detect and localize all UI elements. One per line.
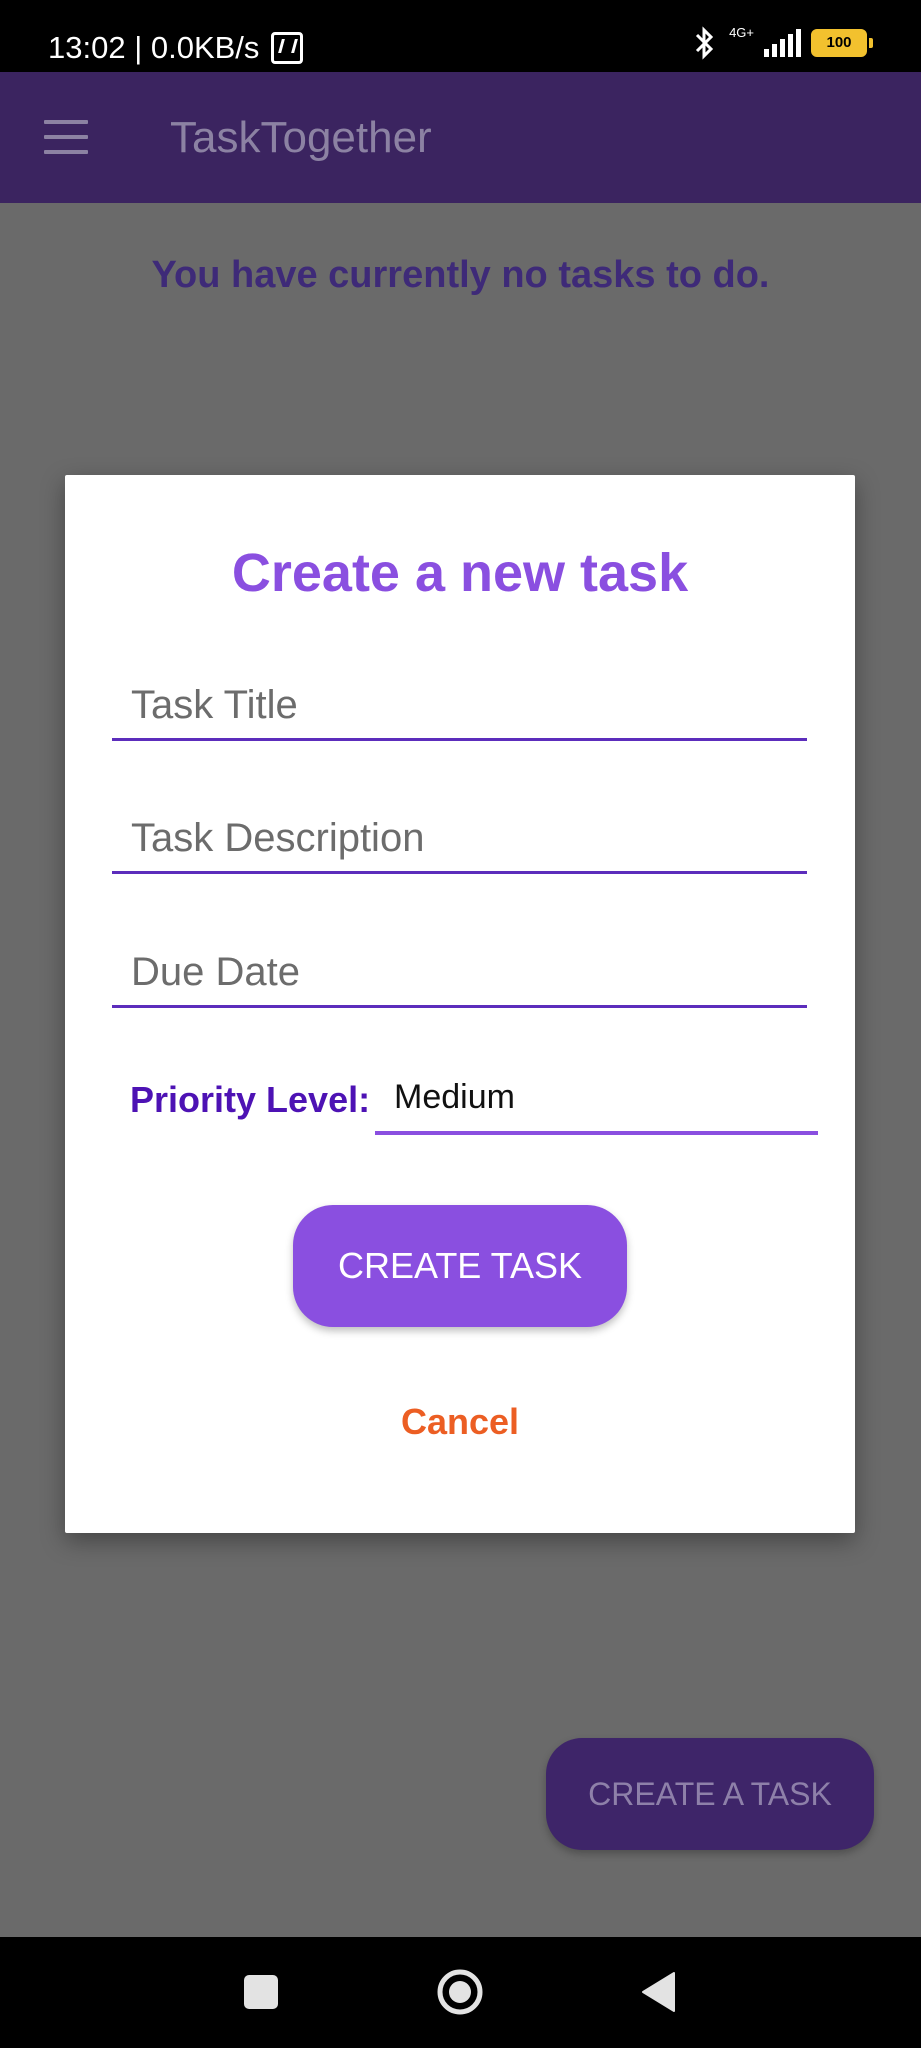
navigation-bar xyxy=(0,1937,921,2048)
nfc-icon xyxy=(271,32,304,64)
app-bar: TaskTogether xyxy=(0,72,921,203)
app-title: TaskTogether xyxy=(170,113,432,162)
hamburger-menu-icon[interactable] xyxy=(44,120,88,154)
home-icon[interactable] xyxy=(436,1968,484,2016)
priority-level-value: Medium xyxy=(394,1078,515,1116)
cancel-label: Cancel xyxy=(400,1401,520,1442)
battery-level: 100 xyxy=(826,34,852,51)
task-title-input[interactable] xyxy=(112,672,807,738)
signal-icon xyxy=(764,29,801,57)
dialog-title: Create a new task xyxy=(231,543,689,603)
priority-level-label: Priority Level: xyxy=(130,1079,371,1120)
status-bar: 13:02 | 0.0KB/s 4G+ 100 xyxy=(0,0,921,72)
create-task-dialog: Create a new task Priority Level: Medium… xyxy=(65,475,855,1533)
task-description-field[interactable] xyxy=(112,805,807,874)
network-type-label: 4G+ xyxy=(729,25,754,40)
due-date-field[interactable] xyxy=(112,939,807,1008)
bluetooth-icon xyxy=(696,26,714,60)
due-date-input[interactable] xyxy=(112,939,807,1005)
task-description-input[interactable] xyxy=(112,805,807,871)
status-right: 4G+ 100 xyxy=(689,25,873,60)
create-a-task-button[interactable]: CREATE A TASK xyxy=(546,1738,874,1850)
status-left: 13:02 | 0.0KB/s xyxy=(48,28,304,68)
cancel-button[interactable]: Cancel xyxy=(65,1400,855,1444)
recent-apps-icon[interactable] xyxy=(244,1975,278,2009)
task-title-field[interactable] xyxy=(112,672,807,741)
back-icon[interactable] xyxy=(640,1971,676,2013)
create-task-button[interactable]: CREATE TASK xyxy=(293,1205,627,1327)
priority-level-select[interactable]: Medium xyxy=(375,1067,818,1135)
status-time-speed: 13:02 | 0.0KB/s xyxy=(48,30,260,65)
empty-tasks-message: You have currently no tasks to do. xyxy=(151,254,770,296)
battery-icon: 100 xyxy=(811,29,873,57)
screen: 13:02 | 0.0KB/s 4G+ 100 TaskTogether You… xyxy=(0,0,921,2048)
